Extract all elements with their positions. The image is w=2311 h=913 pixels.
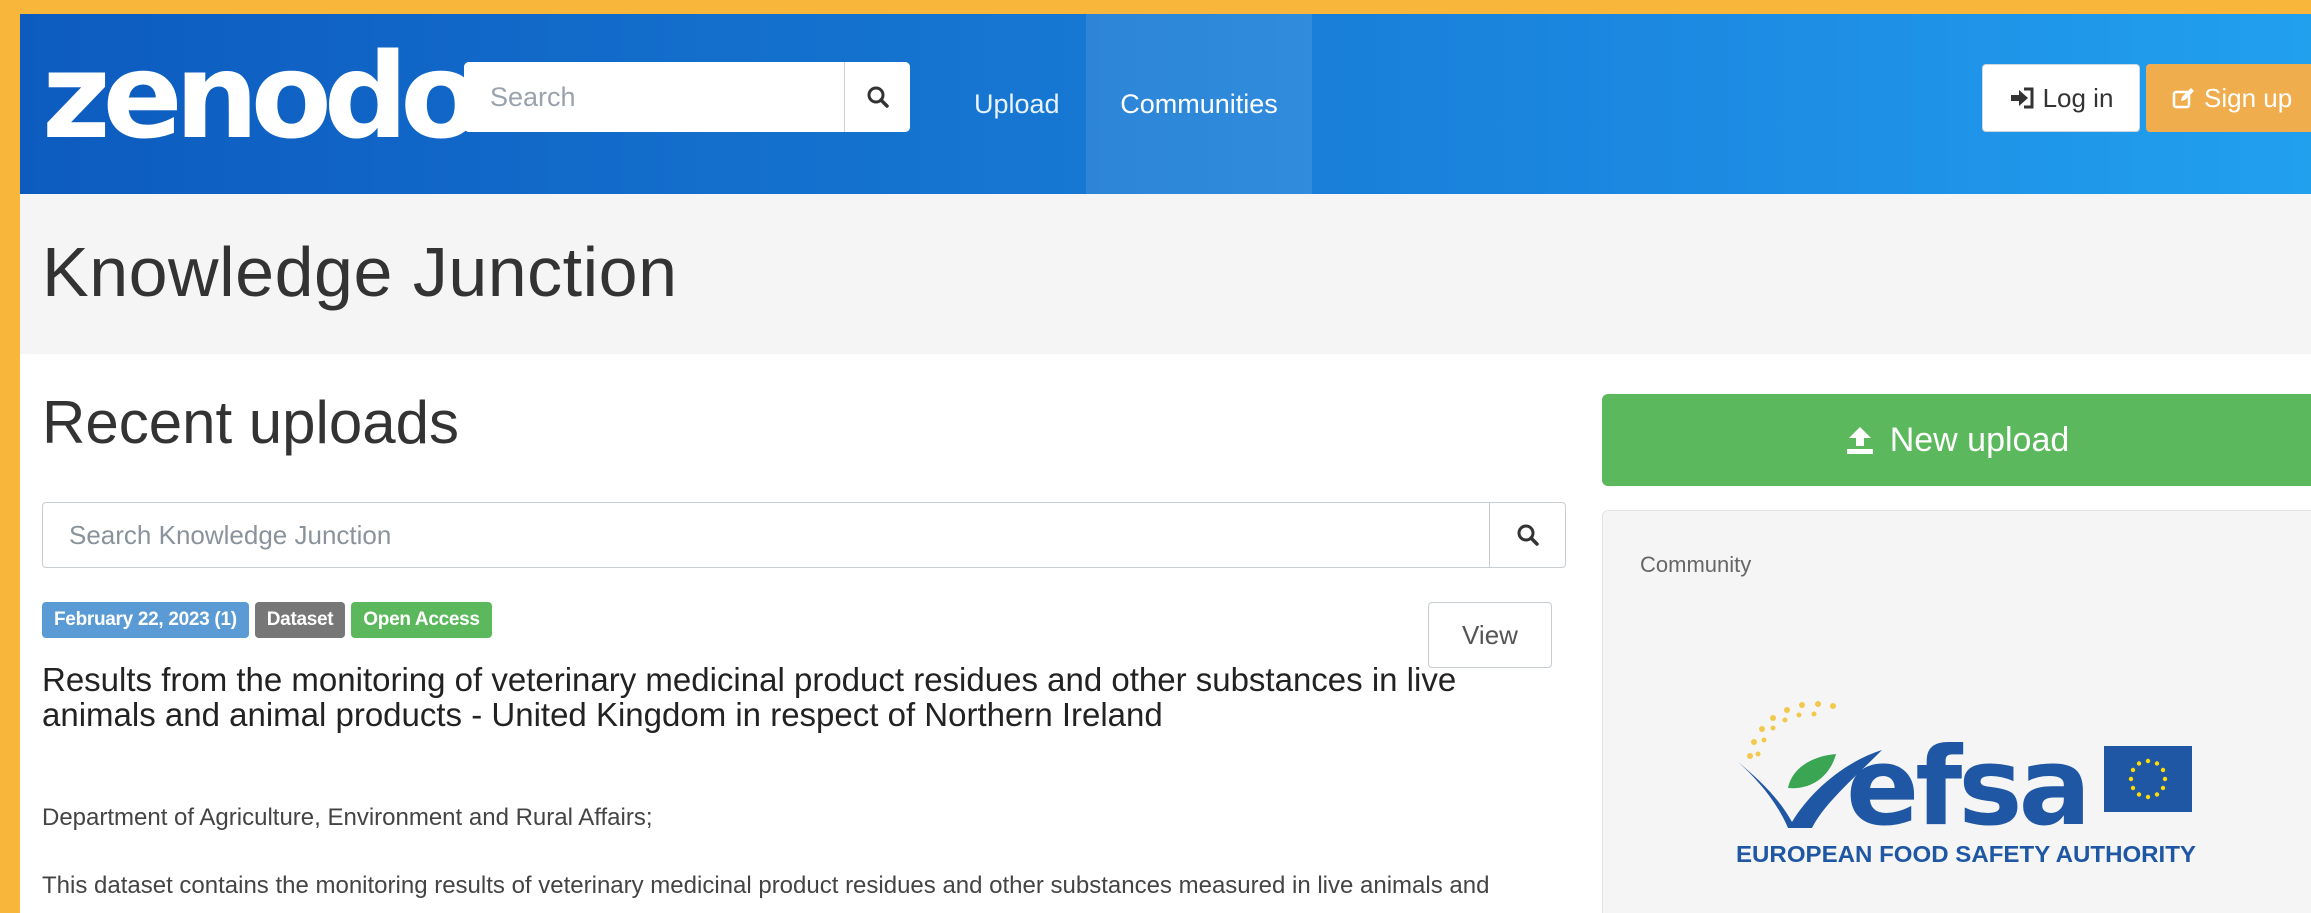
efsa-logo: efsa EUROPEAN FOOD SAFETY AUTHORITY xyxy=(1736,701,2196,867)
new-upload-button[interactable]: New upload xyxy=(1602,394,2311,486)
community-search xyxy=(42,502,1566,568)
new-upload-label: New upload xyxy=(1889,420,2070,459)
view-button[interactable]: View xyxy=(1428,602,1552,668)
edit-icon xyxy=(2172,88,2194,109)
efsa-dots-arc xyxy=(1747,701,1836,759)
record-description: This dataset contains the monitoring res… xyxy=(42,872,1490,913)
community-search-button[interactable] xyxy=(1489,503,1565,567)
record-creators: Department of Agriculture, Environment a… xyxy=(42,804,653,831)
navbar-search xyxy=(464,62,910,132)
type-badge[interactable]: Dataset xyxy=(254,602,346,638)
login-label: Log in xyxy=(2042,82,2114,113)
community-search-input[interactable] xyxy=(43,503,1489,567)
page-title: Knowledge Junction xyxy=(42,233,678,311)
record-title-link[interactable]: Results from the monitoring of veterinar… xyxy=(42,662,1482,732)
record-badges: February 22, 2023 (1) Dataset Open Acces… xyxy=(42,602,492,638)
search-icon xyxy=(1517,524,1539,546)
sign-in-icon xyxy=(2010,87,2034,109)
access-badge[interactable]: Open Access xyxy=(351,602,492,638)
upload-icon xyxy=(1846,427,1873,454)
efsa-wordmark: efsa xyxy=(1846,725,2087,850)
zenodo-logo[interactable]: zenodo xyxy=(42,26,481,166)
login-button[interactable]: Log in xyxy=(1982,64,2140,132)
navbar: zenodo Upload Communities Log in xyxy=(20,14,2311,194)
page-frame: zenodo Upload Communities Log in xyxy=(20,14,2311,913)
section-title: Recent uploads xyxy=(42,389,459,456)
date-badge[interactable]: February 22, 2023 (1) xyxy=(42,602,249,638)
community-panel-label: Community xyxy=(1640,552,1752,577)
nav-link-communities[interactable]: Communities xyxy=(1086,14,1312,194)
navbar-search-input[interactable] xyxy=(464,62,844,132)
nav-link-upload[interactable]: Upload xyxy=(944,14,1090,194)
signup-button[interactable]: Sign up xyxy=(2146,64,2311,132)
efsa-caption: EUROPEAN FOOD SAFETY AUTHORITY xyxy=(1736,841,2196,867)
signup-label: Sign up xyxy=(2204,82,2293,113)
search-icon xyxy=(867,86,889,108)
eu-flag-icon xyxy=(2104,746,2192,812)
navbar-search-button[interactable] xyxy=(844,62,910,132)
